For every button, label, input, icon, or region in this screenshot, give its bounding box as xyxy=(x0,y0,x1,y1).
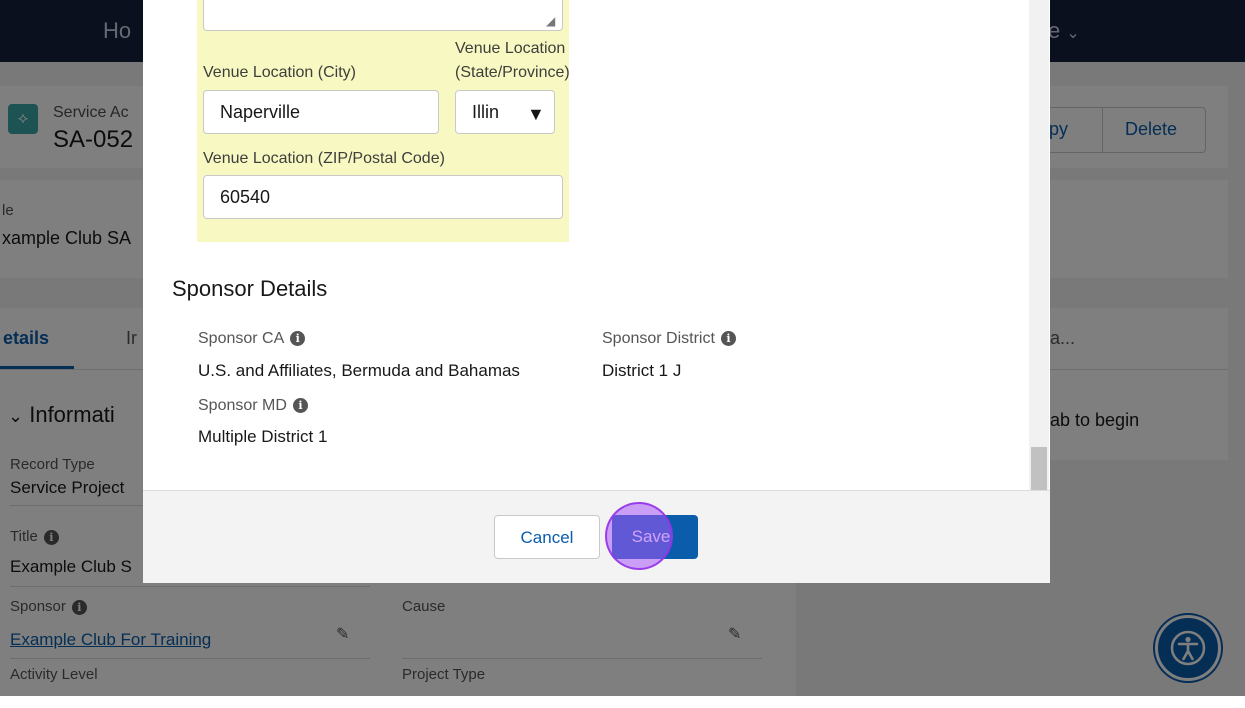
venue-state-label-line1: Venue Location xyxy=(455,40,566,57)
modal-scrollbar[interactable] xyxy=(1029,0,1049,490)
sponsor-md-value: Multiple District 1 xyxy=(198,427,328,446)
venue-city-input[interactable]: Naperville xyxy=(203,90,439,134)
venue-city-label: Venue Location (City) xyxy=(203,64,356,81)
click-indicator xyxy=(605,502,673,570)
info-icon[interactable]: i xyxy=(290,331,306,347)
sponsor-md-label: Sponsor MD i xyxy=(198,397,308,415)
sponsor-district-label: Sponsor District i xyxy=(602,330,736,348)
sponsor-district-value: District 1 J xyxy=(602,361,682,380)
sponsor-ca-value: U.S. and Affiliates, Bermuda and Bahamas xyxy=(198,361,520,380)
caret-down-icon: ▼ xyxy=(527,104,545,124)
venue-textarea[interactable] xyxy=(203,0,563,31)
venue-state-select[interactable]: Illin ▼ xyxy=(455,90,555,134)
sponsor-details-title: Sponsor Details xyxy=(172,276,328,301)
info-icon[interactable]: i xyxy=(720,331,736,347)
venue-state-label-line2: (State/Province) xyxy=(455,64,570,81)
sponsor-ca-label: Sponsor CA i xyxy=(198,330,306,348)
info-icon[interactable]: i xyxy=(292,398,308,414)
cancel-button[interactable]: Cancel xyxy=(494,515,600,559)
venue-zip-input[interactable]: 60540 xyxy=(203,175,563,219)
modal-scrollbar-thumb[interactable] xyxy=(1031,447,1047,490)
resize-handle-icon[interactable]: ◢ xyxy=(546,14,555,28)
venue-zip-label: Venue Location (ZIP/Postal Code) xyxy=(203,150,445,167)
